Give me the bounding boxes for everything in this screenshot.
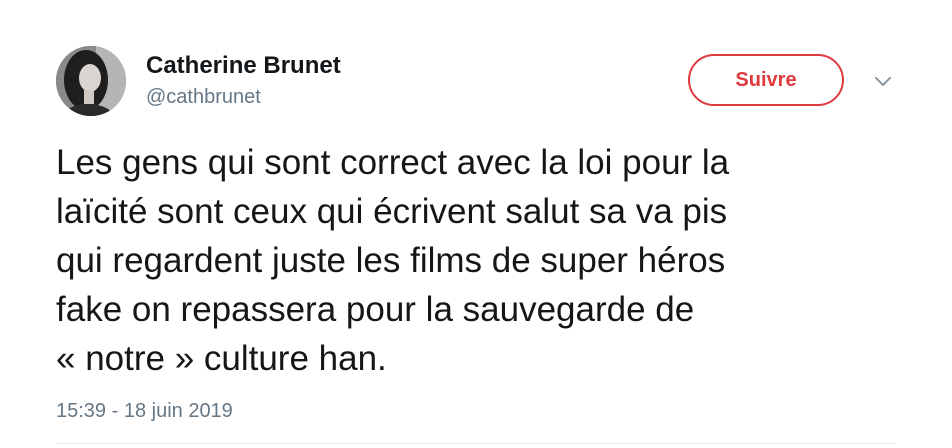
chevron-down-icon[interactable] <box>872 74 894 90</box>
tweet-timestamp[interactable]: 15:39 - 18 juin 2019 <box>56 400 233 423</box>
author-handle[interactable]: @cathbrunet <box>146 86 261 109</box>
divider <box>56 443 896 444</box>
tweet-text-line: fake on repassera pour la sauvegarde de <box>56 290 695 329</box>
avatar[interactable] <box>56 46 126 116</box>
tweet-text: Les gens qui sont correct avec la loi po… <box>56 138 916 383</box>
tweet-text-line: laïcité sont ceux qui écrivent salut sa … <box>56 192 728 231</box>
tweet-card: Catherine Brunet @cathbrunet Suivre Les … <box>0 0 952 448</box>
tweet-text-line: « notre » culture han. <box>56 339 387 378</box>
tweet-text-line: qui regardent juste les films de super h… <box>56 241 726 280</box>
author-display-name[interactable]: Catherine Brunet <box>146 52 341 80</box>
follow-button[interactable]: Suivre <box>688 54 844 106</box>
tweet-text-line: Les gens qui sont correct avec la loi po… <box>56 143 730 182</box>
